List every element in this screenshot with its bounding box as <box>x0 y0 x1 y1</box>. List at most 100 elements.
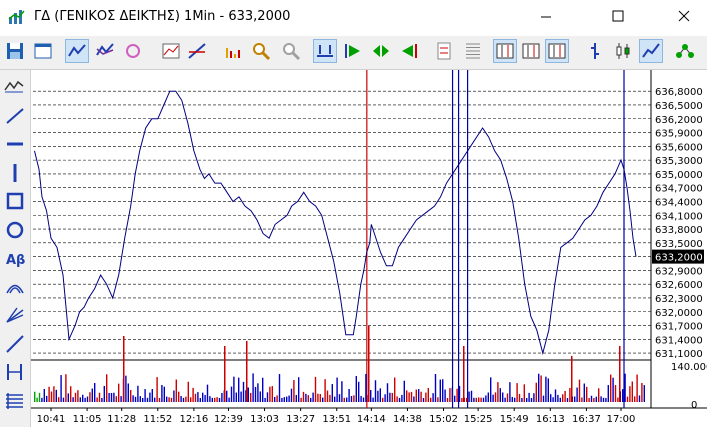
volume-bar <box>624 373 626 402</box>
ray-tool[interactable] <box>3 333 27 355</box>
volume-bar <box>314 376 317 402</box>
volume-bar <box>305 393 307 402</box>
line-tool[interactable] <box>3 105 27 127</box>
volume-bar <box>322 397 324 402</box>
interval-5-button[interactable] <box>493 39 517 63</box>
volume-bar <box>178 391 180 402</box>
volume-bar <box>610 374 612 402</box>
volume-bar <box>336 377 338 402</box>
line-chart-button[interactable] <box>639 39 663 63</box>
rectangle-tool[interactable] <box>3 190 27 212</box>
volume-bar <box>365 373 367 402</box>
ellipse-icon <box>6 221 24 238</box>
volume-bar <box>127 383 129 402</box>
scroll-start-button[interactable] <box>342 40 364 62</box>
interval-icon <box>522 43 540 59</box>
go-center-icon <box>373 45 389 57</box>
ellipse-tool[interactable] <box>3 219 27 241</box>
interval-icon <box>548 43 566 59</box>
volume-bar <box>290 388 293 402</box>
zoom-in-icon <box>253 43 271 61</box>
volume-bar <box>94 383 96 402</box>
trendline-tool-button[interactable] <box>186 40 208 62</box>
fan-tool[interactable] <box>3 304 27 326</box>
x-tick-label: 11:52 <box>143 414 172 425</box>
chart-style-button[interactable] <box>65 39 89 63</box>
compare-button[interactable] <box>94 40 116 62</box>
volume-bar <box>307 395 309 402</box>
volume-bar <box>581 397 583 402</box>
volume-bar <box>370 389 372 402</box>
close-icon <box>678 10 690 22</box>
volume-bar <box>123 336 125 402</box>
volume-bar <box>514 397 516 402</box>
channel-tool[interactable] <box>3 361 27 383</box>
volume-bar <box>502 392 504 402</box>
save-button[interactable] <box>4 40 26 62</box>
volume-bar <box>341 381 343 402</box>
zoom-in-button[interactable] <box>250 40 272 62</box>
volume-bar <box>103 385 105 402</box>
volume-bar <box>192 387 194 402</box>
volume-bar <box>586 386 588 402</box>
zoom-out-button[interactable] <box>280 40 302 62</box>
volume-bar <box>566 397 569 402</box>
volume-bar <box>72 397 74 402</box>
interval-510-button[interactable] <box>545 39 569 63</box>
volume-bar <box>401 394 403 402</box>
volume-bar <box>451 387 453 402</box>
minimize-button[interactable] <box>523 0 569 34</box>
horizontal-line-tool[interactable] <box>3 133 27 155</box>
volume-tick-label: 0 <box>691 400 697 411</box>
volume-bar <box>631 381 633 402</box>
close-button[interactable] <box>661 0 707 34</box>
volume-bar <box>158 397 161 402</box>
fit-button[interactable] <box>313 39 337 63</box>
volume-bar <box>312 392 314 402</box>
volume-bar <box>583 383 585 402</box>
volume-bar <box>629 386 631 402</box>
indicator-button[interactable] <box>160 40 182 62</box>
price-chart[interactable]: 636,8000 636,5000 636,2000 635,9000 635,6000… <box>31 70 707 427</box>
volume-bar <box>480 397 482 402</box>
interval-10-button[interactable] <box>520 40 542 62</box>
volume-bar <box>614 385 617 402</box>
volume-bar <box>182 397 185 402</box>
fibonacci-tool[interactable] <box>3 390 27 412</box>
autoline-tool[interactable] <box>3 76 27 98</box>
grid-button[interactable] <box>462 40 484 62</box>
volume-bar <box>475 397 477 402</box>
volume-bar <box>137 385 139 402</box>
volume-bar <box>550 394 552 402</box>
volume-bar <box>499 388 501 402</box>
arc-tool[interactable] <box>3 276 27 298</box>
candle-chart-button[interactable] <box>612 40 634 62</box>
text-tool[interactable]: Aβ <box>3 247 27 269</box>
maximize-button[interactable] <box>595 0 641 34</box>
go-end-icon <box>402 44 417 58</box>
floppy-disk-icon <box>7 43 23 59</box>
network-button[interactable] <box>674 40 696 62</box>
volume-bar <box>240 391 242 402</box>
trendline-icon <box>188 43 206 59</box>
volume-bar <box>425 392 427 402</box>
volume-bar <box>557 394 559 402</box>
volume-bar <box>523 384 525 402</box>
volume-bar <box>91 388 93 402</box>
properties-button[interactable] <box>32 40 54 62</box>
volume-bar <box>46 395 48 402</box>
channel-icon <box>7 364 22 380</box>
volume-bar <box>82 394 84 402</box>
decimals-button[interactable] <box>434 40 456 62</box>
volume-bar <box>446 397 449 402</box>
scroll-end-button[interactable] <box>398 40 420 62</box>
y-tick-label: 634,1000 <box>655 211 703 222</box>
bar-chart-button[interactable] <box>584 40 606 62</box>
scroll-mid-button[interactable] <box>370 40 392 62</box>
zigzag-icon <box>4 80 24 93</box>
window-icon <box>34 43 52 59</box>
refresh-button[interactable] <box>122 40 144 62</box>
volume-button[interactable] <box>222 40 244 62</box>
vertical-line-tool[interactable] <box>3 162 27 184</box>
volume-bar <box>442 379 444 402</box>
